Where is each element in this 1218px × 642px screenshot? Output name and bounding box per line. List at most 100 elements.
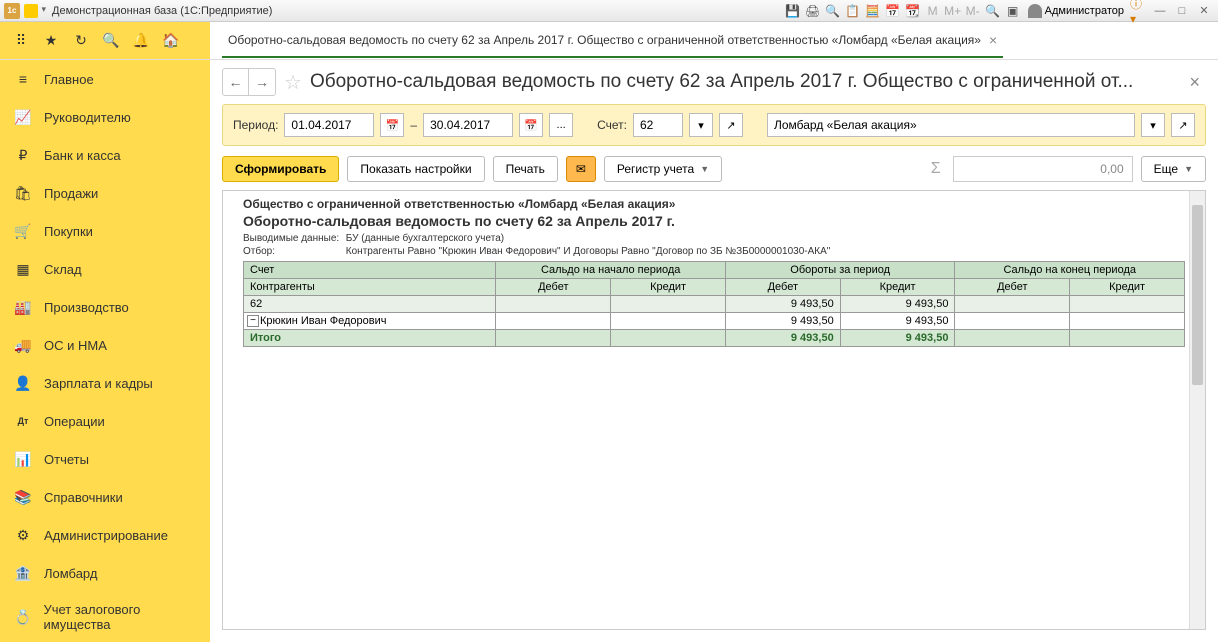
content-area: ← → ☆ Оборотно-сальдовая ведомость по сч…: [210, 60, 1218, 642]
org-dd-button[interactable]: ▾: [1141, 113, 1165, 137]
dt-icon: Дт: [14, 412, 32, 430]
sidebar-item-lombard[interactable]: 🏦Ломбард: [0, 554, 210, 592]
factory-icon: 🏭: [14, 298, 32, 316]
sidebar-item-salary[interactable]: 👤Зарплата и кадры: [0, 364, 210, 402]
sidebar-item-pawn[interactable]: 💍Учет залогового имущества: [0, 592, 210, 642]
show-settings-button[interactable]: Показать настройки: [347, 156, 484, 182]
account-dd-button[interactable]: ▾: [689, 113, 713, 137]
tree-collapse-icon[interactable]: −: [247, 315, 259, 327]
col-saldo-start: Сальдо на начало периода: [496, 262, 726, 279]
report-org: Общество с ограниченной ответственностью…: [243, 197, 1185, 211]
app-logo-icon: 1c: [4, 3, 20, 19]
print-button[interactable]: Печать: [493, 156, 558, 182]
truck-icon: 🚚: [14, 336, 32, 354]
history-icon[interactable]: ↻: [72, 32, 90, 50]
close-button[interactable]: ✕: [1194, 3, 1214, 19]
report-title: Оборотно-сальдовая ведомость по счету 62…: [243, 213, 1185, 229]
sidebar-item-catalogs[interactable]: 📚Справочники: [0, 478, 210, 516]
col-contragents: Контрагенты: [244, 279, 496, 296]
chevron-down-icon: ▼: [1184, 164, 1193, 174]
col-credit: Кредит: [840, 279, 955, 296]
table-row[interactable]: Крюкин Иван Федорович 9 493,50 9 493,50: [244, 313, 1185, 330]
date-from-input[interactable]: [284, 113, 374, 137]
col-turnover: Обороты за период: [725, 262, 955, 279]
sigma-icon[interactable]: Σ: [927, 160, 945, 178]
windows-icon[interactable]: ▣: [1004, 2, 1022, 20]
sidebar: ≡Главное 📈Руководителю ₽Банк и касса 🛍Пр…: [0, 60, 210, 642]
sidebar-item-manager[interactable]: 📈Руководителю: [0, 98, 210, 136]
top-toolbar: ⠿ ★ ↻ 🔍 🔔 🏠 Оборотно-сальдовая ведомость…: [0, 22, 1218, 60]
zoom-icon[interactable]: 🔍: [984, 2, 1002, 20]
calendar2-icon[interactable]: 📆: [904, 2, 922, 20]
person-icon: 👤: [14, 374, 32, 392]
books-icon: 📚: [14, 488, 32, 506]
col-debit: Дебет: [496, 279, 611, 296]
tab-close-icon[interactable]: ×: [989, 32, 997, 48]
dash: –: [410, 118, 417, 132]
active-tab[interactable]: Оборотно-сальдовая ведомость по счету 62…: [222, 24, 1003, 58]
scrollbar-vertical[interactable]: [1189, 191, 1205, 629]
report-meta-filter: Отбор: Контрагенты Равно "Крюкин Иван Фе…: [243, 246, 1185, 257]
favorite-star-icon[interactable]: ☆: [284, 70, 302, 95]
sidebar-item-purchases[interactable]: 🛒Покупки: [0, 212, 210, 250]
date-from-calendar-button[interactable]: 📅: [380, 113, 404, 137]
filter-bar: Период: 📅 – 📅 ... Счет: ▾ ↗ ▾ ↗: [222, 104, 1206, 146]
table-row[interactable]: 62 9 493,50 9 493,50: [244, 296, 1185, 313]
nav-forward-button[interactable]: →: [249, 69, 275, 95]
email-button[interactable]: ✉: [566, 156, 596, 182]
date-to-input[interactable]: [423, 113, 513, 137]
gear-icon: ⚙: [14, 526, 32, 544]
app-dropdown-icon[interactable]: [24, 4, 38, 18]
print-icon[interactable]: 🖨: [804, 2, 822, 20]
more-button[interactable]: Еще▼: [1141, 156, 1206, 182]
table-total-row: Итого 9 493,50 9 493,50: [244, 330, 1185, 347]
sidebar-item-operations[interactable]: ДтОперации: [0, 402, 210, 440]
m-minus-icon[interactable]: M-: [964, 2, 982, 20]
sidebar-item-bank[interactable]: ₽Банк и касса: [0, 136, 210, 174]
page-close-button[interactable]: ×: [1183, 72, 1206, 93]
info-icon[interactable]: ⓘ ▾: [1130, 2, 1148, 20]
report-container: Общество с ограниченной ответственностью…: [222, 190, 1206, 630]
m-icon[interactable]: M: [924, 2, 942, 20]
admin-block[interactable]: Администратор: [1024, 4, 1128, 18]
sum-display: 0,00: [953, 156, 1133, 182]
minimize-button[interactable]: —: [1150, 3, 1170, 19]
maximize-button[interactable]: □: [1172, 3, 1192, 19]
col-account: Счет: [244, 262, 496, 279]
report-table: Счет Сальдо на начало периода Обороты за…: [243, 261, 1185, 347]
calculator-icon[interactable]: 🧮: [864, 2, 882, 20]
org-input[interactable]: [767, 113, 1135, 137]
sidebar-item-production[interactable]: 🏭Производство: [0, 288, 210, 326]
save-icon[interactable]: 💾: [784, 2, 802, 20]
register-button[interactable]: Регистр учета▼: [604, 156, 722, 182]
sidebar-item-assets[interactable]: 🚚ОС и НМА: [0, 326, 210, 364]
account-open-button[interactable]: ↗: [719, 113, 743, 137]
page-title: Оборотно-сальдовая ведомость по счету 62…: [310, 71, 1176, 93]
menu-icon: ≡: [14, 70, 32, 88]
home-icon[interactable]: 🏠: [162, 32, 180, 50]
sidebar-item-main[interactable]: ≡Главное: [0, 60, 210, 98]
col-credit: Кредит: [611, 279, 726, 296]
account-label: Счет:: [597, 118, 627, 132]
bell-icon[interactable]: 🔔: [132, 32, 150, 50]
titlebar: 1c Демонстрационная база (1С:Предприятие…: [0, 0, 1218, 22]
sidebar-item-sales[interactable]: 🛍Продажи: [0, 174, 210, 212]
sidebar-item-warehouse[interactable]: ▦Склад: [0, 250, 210, 288]
date-to-calendar-button[interactable]: 📅: [519, 113, 543, 137]
calendar-icon[interactable]: 📅: [884, 2, 902, 20]
sidebar-item-reports[interactable]: 📊Отчеты: [0, 440, 210, 478]
account-input[interactable]: [633, 113, 683, 137]
generate-button[interactable]: Сформировать: [222, 156, 339, 182]
clipboard-icon[interactable]: 📋: [844, 2, 862, 20]
bank-icon: 🏦: [14, 564, 32, 582]
search-doc-icon[interactable]: 🔍: [824, 2, 842, 20]
apps-icon[interactable]: ⠿: [12, 32, 30, 50]
m-plus-icon[interactable]: M+: [944, 2, 962, 20]
bag-icon: 🛍: [14, 184, 32, 202]
star-icon[interactable]: ★: [42, 32, 60, 50]
nav-back-button[interactable]: ←: [223, 69, 249, 95]
sidebar-item-admin[interactable]: ⚙Администрирование: [0, 516, 210, 554]
period-more-button[interactable]: ...: [549, 113, 573, 137]
search-icon[interactable]: 🔍: [102, 32, 120, 50]
org-open-button[interactable]: ↗: [1171, 113, 1195, 137]
